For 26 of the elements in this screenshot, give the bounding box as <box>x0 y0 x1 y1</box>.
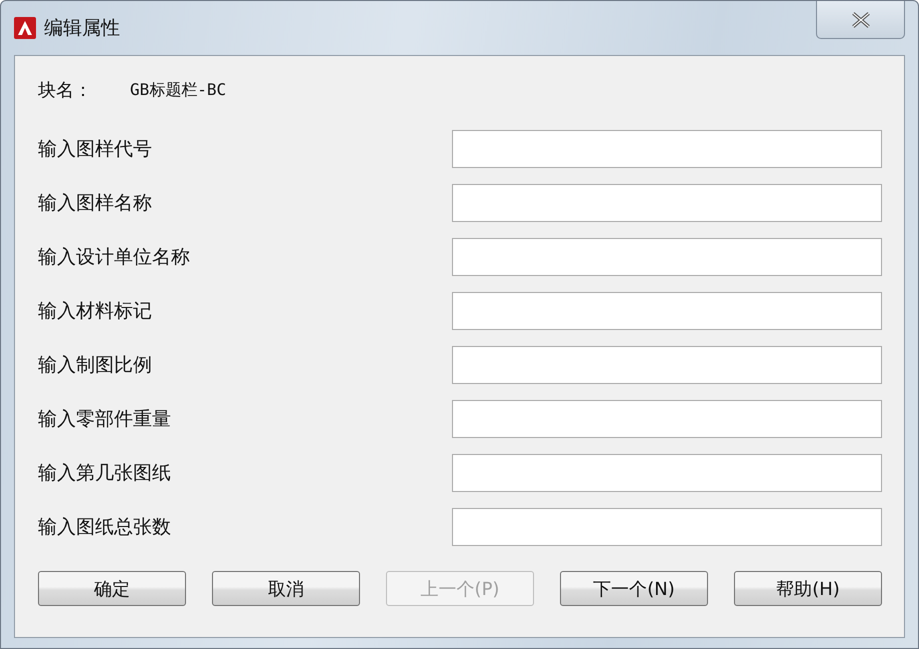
input-field[interactable] <box>452 346 882 384</box>
input-field[interactable] <box>452 130 882 168</box>
dialog-button[interactable]: 下一个(N) <box>560 571 708 606</box>
block-name-label: 块名： <box>38 79 92 102</box>
field-label: 输入材料标记 <box>38 299 152 324</box>
input-field[interactable] <box>452 184 882 222</box>
app-logo-icon <box>14 17 36 39</box>
input-field[interactable] <box>452 508 882 546</box>
field-label: 输入设计单位名称 <box>38 245 190 270</box>
field-label: 输入图样代号 <box>38 137 152 162</box>
dialog-button[interactable]: 取消 <box>212 571 360 606</box>
input-field[interactable] <box>452 238 882 276</box>
close-icon <box>850 10 872 28</box>
dialog-button[interactable]: 帮助(H) <box>734 571 882 606</box>
close-button[interactable] <box>816 1 905 39</box>
window-title: 编辑属性 <box>44 16 120 41</box>
dialog-button[interactable]: 确定 <box>38 571 186 606</box>
field-label: 输入制图比例 <box>38 353 152 378</box>
input-field[interactable] <box>452 454 882 492</box>
input-field[interactable] <box>452 400 882 438</box>
field-label: 输入图纸总张数 <box>38 515 171 540</box>
block-name-value: GB标题栏-BC <box>130 80 226 100</box>
input-field[interactable] <box>452 292 882 330</box>
field-label: 输入图样名称 <box>38 191 152 216</box>
field-label: 输入零部件重量 <box>38 407 171 432</box>
field-label: 输入第几张图纸 <box>38 461 171 486</box>
